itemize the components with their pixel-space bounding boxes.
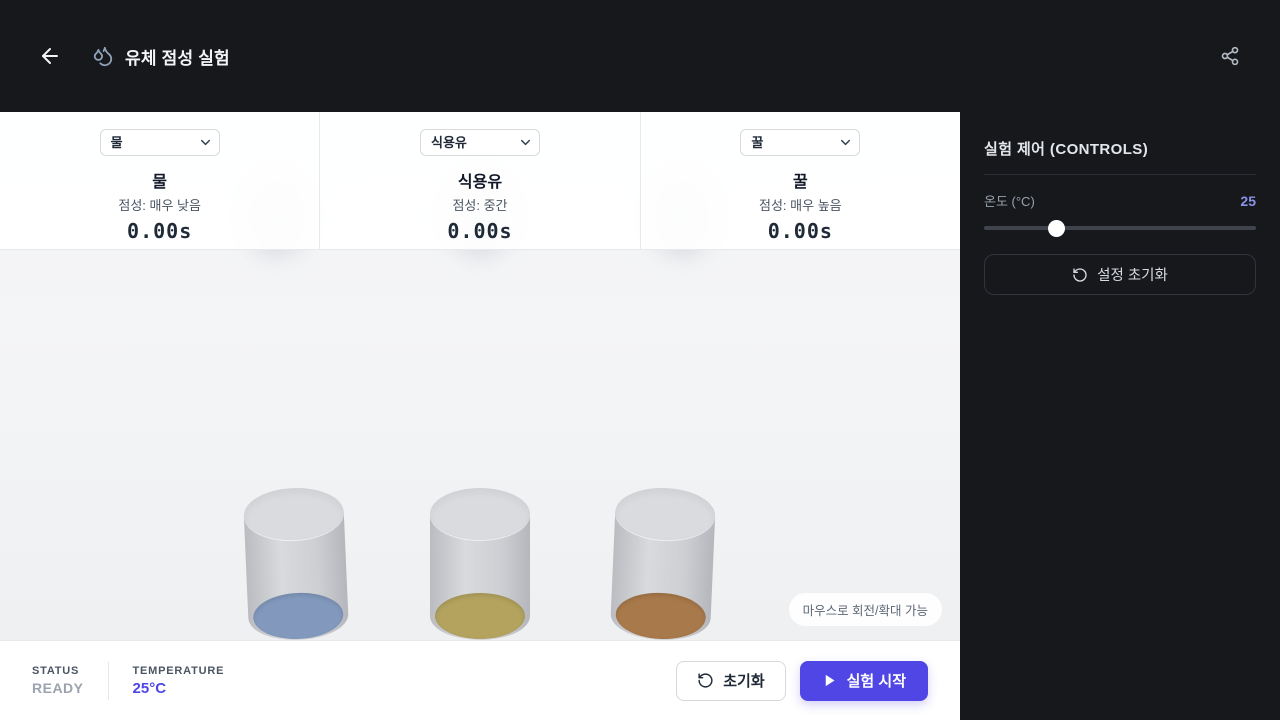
status-value: READY (32, 680, 84, 696)
fluid-column-water: 물 물 점성: 매우 낮음 0.00s (0, 112, 319, 249)
cylinder-top-opening (430, 488, 530, 540)
share-icon (1220, 46, 1240, 66)
fluid-selector-strip: 물 물 점성: 매우 낮음 0.00s 식용유 식용유 점성: 중간 0. (0, 112, 960, 250)
fluid-viscosity-label: 점성: 중간 (320, 195, 639, 214)
temperature-slider-label: 온도 (°C) (984, 191, 1035, 210)
fluid-select-water[interactable]: 물 (100, 129, 220, 156)
fluid-name: 꿀 (641, 168, 960, 192)
bottom-bar: STATUS READY TEMPERATURE 25°C 초기화 실험 시작 (0, 640, 960, 720)
back-button[interactable] (30, 36, 70, 76)
fluid-name: 물 (0, 168, 319, 192)
fluid-select-oil[interactable]: 식용유 (420, 129, 540, 156)
rotate-ccw-icon (1072, 267, 1088, 283)
fluid-select-wrap: 식용유 (420, 129, 540, 156)
temperature-slider[interactable] (984, 226, 1256, 230)
fluid-name: 식용유 (320, 168, 639, 192)
start-button-label: 실험 시작 (847, 670, 906, 691)
fluid-viscosity-label: 점성: 매우 낮음 (0, 195, 319, 214)
temperature-value: 25°C (133, 680, 225, 697)
divider (108, 662, 109, 700)
play-icon (822, 673, 837, 688)
share-button[interactable] (1210, 36, 1250, 76)
fluid-select-wrap: 꿀 (740, 129, 860, 156)
reset-button[interactable]: 초기화 (676, 661, 785, 701)
reset-settings-label: 설정 초기화 (1097, 264, 1168, 285)
fluid-select-wrap: 물 (100, 129, 220, 156)
fluid-timer: 0.00s (0, 219, 319, 243)
arrow-left-icon (38, 44, 62, 68)
status-label: STATUS (32, 665, 84, 677)
fluid-timer: 0.00s (641, 219, 960, 243)
liquid-oil (435, 593, 525, 639)
fluid-timer: 0.00s (320, 219, 639, 243)
temperature-block: TEMPERATURE 25°C (133, 665, 225, 697)
cylinder-water[interactable] (243, 486, 350, 642)
temperature-row: 온도 (°C) 25 (984, 191, 1256, 210)
fluid-column-honey: 꿀 꿀 점성: 매우 높음 0.00s (640, 112, 960, 249)
fluid-column-oil: 식용유 식용유 점성: 중간 0.00s (319, 112, 639, 249)
cylinder-honey[interactable] (610, 486, 717, 642)
canvas-hint-tooltip: 마우스로 회전/확대 가능 (789, 593, 942, 626)
header: 유체 점성 실험 (0, 0, 1280, 112)
app-root: 유체 점성 실험 마우스로 회전/확대 가능 (0, 0, 1280, 720)
rotate-ccw-icon (697, 672, 714, 689)
fluid-viscosity-label: 점성: 매우 높음 (641, 195, 960, 214)
status-block: STATUS READY (32, 665, 84, 696)
page-title: 유체 점성 실험 (125, 44, 230, 69)
start-experiment-button[interactable]: 실험 시작 (800, 661, 928, 701)
action-buttons: 초기화 실험 시작 (676, 661, 928, 701)
temperature-slider-value: 25 (1240, 193, 1256, 209)
controls-sidebar: 실험 제어 (CONTROLS) 온도 (°C) 25 설정 초기화 (960, 112, 1280, 720)
droplets-icon (92, 45, 114, 67)
reset-settings-button[interactable]: 설정 초기화 (984, 254, 1256, 295)
temperature-label: TEMPERATURE (133, 665, 225, 677)
reset-button-label: 초기화 (723, 670, 764, 691)
fluid-select-honey[interactable]: 꿀 (740, 129, 860, 156)
cylinder-oil[interactable] (430, 488, 530, 640)
controls-panel-title: 실험 제어 (CONTROLS) (984, 138, 1256, 175)
